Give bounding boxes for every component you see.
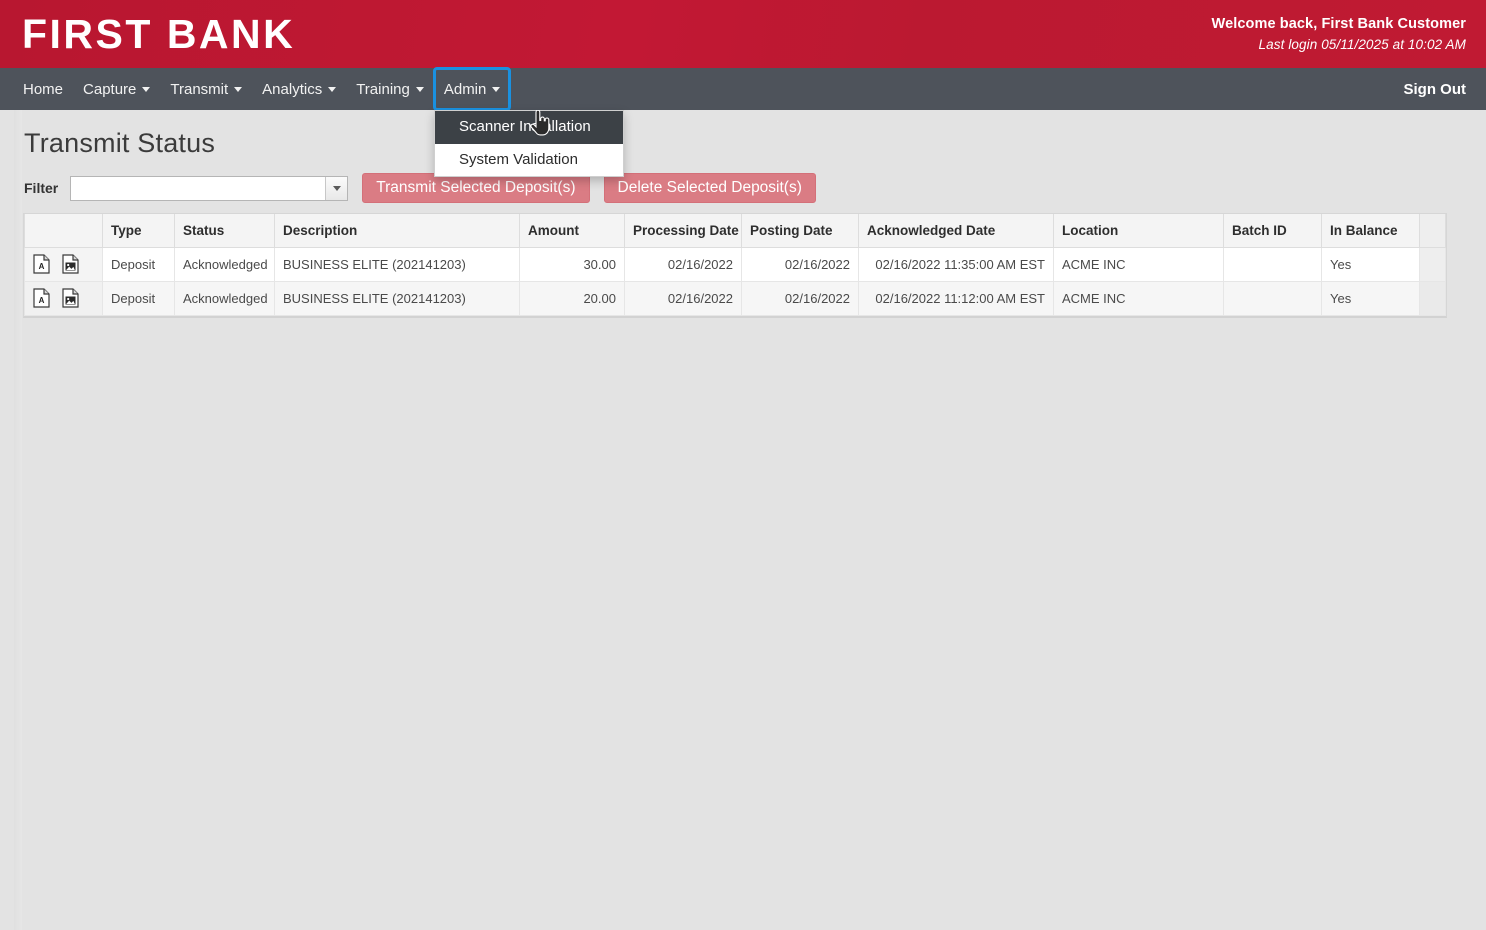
cell-amount: 30.00 bbox=[519, 247, 625, 283]
pdf-icon[interactable]: A bbox=[33, 254, 50, 274]
chevron-down-icon bbox=[234, 86, 243, 92]
sign-out-button[interactable]: Sign Out bbox=[1404, 81, 1467, 98]
transmit-status-table-container: Type Status Description Amount Processin… bbox=[23, 213, 1447, 319]
column-header-location[interactable]: Location bbox=[1053, 214, 1224, 249]
cell-spacer bbox=[1419, 247, 1446, 283]
page-content: Transmit Status Filter Transmit Selected… bbox=[0, 110, 1486, 319]
brand-header: FIRST BANK Welcome back, First Bank Cust… bbox=[0, 0, 1486, 68]
nav-item-analytics[interactable]: Analytics bbox=[252, 68, 346, 110]
delete-selected-deposits-button[interactable]: Delete Selected Deposit(s) bbox=[603, 173, 816, 204]
cell-acknowledged-date: 02/16/2022 11:35:00 AM EST bbox=[858, 247, 1054, 283]
main-navigation: Home Capture Transmit Analytics Training… bbox=[0, 67, 1486, 111]
welcome-block: Welcome back, First Bank Customer Last l… bbox=[1212, 14, 1468, 55]
image-icon[interactable] bbox=[62, 254, 79, 274]
table-row[interactable]: A Deposit Acknowledged BUSINESS ELITE (2… bbox=[24, 281, 1446, 317]
bank-logo: FIRST BANK bbox=[22, 10, 296, 57]
filter-label: Filter bbox=[24, 180, 59, 197]
nav-item-admin[interactable]: Admin bbox=[432, 67, 512, 111]
cell-in-balance: Yes bbox=[1321, 281, 1420, 317]
column-header-description[interactable]: Description bbox=[274, 214, 520, 249]
cell-processing-date: 02/16/2022 bbox=[624, 281, 742, 317]
nav-items: Home Capture Transmit Analytics Training… bbox=[0, 67, 512, 111]
cell-batch-id bbox=[1223, 247, 1322, 283]
column-header-in-balance[interactable]: In Balance bbox=[1321, 214, 1420, 249]
filter-dropdown-arrow-button[interactable] bbox=[325, 176, 348, 200]
cell-processing-date: 02/16/2022 bbox=[624, 247, 742, 283]
cell-description: BUSINESS ELITE (202141203) bbox=[274, 281, 520, 317]
nav-item-training[interactable]: Training bbox=[346, 68, 434, 110]
svg-text:A: A bbox=[39, 296, 45, 305]
nav-right: Sign Out bbox=[1404, 68, 1486, 110]
cell-type: Deposit bbox=[102, 247, 175, 283]
table-row[interactable]: A Deposit Acknowledged BUSINESS ELITE (2… bbox=[24, 247, 1446, 283]
row-document-icons: A bbox=[24, 247, 103, 283]
transmit-status-table: Type Status Description Amount Processin… bbox=[24, 214, 1446, 317]
cell-status: Acknowledged bbox=[174, 247, 275, 283]
column-header-amount[interactable]: Amount bbox=[519, 214, 625, 249]
column-header-spacer bbox=[1419, 214, 1446, 249]
nav-item-label: Training bbox=[356, 80, 410, 98]
last-login-text: Last login 05/11/2025 at 10:02 AM bbox=[1258, 36, 1466, 52]
nav-item-label: Admin bbox=[443, 80, 487, 98]
nav-item-home[interactable]: Home bbox=[13, 68, 73, 110]
cell-location: ACME INC bbox=[1053, 247, 1224, 283]
page-left-edge bbox=[14, 110, 22, 930]
cell-amount: 20.00 bbox=[519, 281, 625, 317]
column-header-type[interactable]: Type bbox=[102, 214, 175, 249]
cell-posting-date: 02/16/2022 bbox=[741, 281, 859, 317]
menu-item-scanner-installation[interactable]: Scanner Installation bbox=[435, 111, 623, 144]
column-header-processing-date[interactable]: Processing Date bbox=[624, 214, 742, 249]
nav-item-label: Transmit bbox=[170, 80, 229, 98]
cell-in-balance: Yes bbox=[1321, 247, 1420, 283]
column-header-icons[interactable] bbox=[24, 214, 103, 249]
nav-item-label: Analytics bbox=[262, 80, 323, 98]
image-icon[interactable] bbox=[62, 288, 79, 308]
welcome-message: Welcome back, First Bank Customer bbox=[1211, 15, 1466, 32]
cell-acknowledged-date: 02/16/2022 11:12:00 AM EST bbox=[858, 281, 1054, 317]
chevron-down-icon bbox=[142, 86, 151, 92]
page-title: Transmit Status bbox=[24, 128, 216, 158]
transmit-selected-deposits-button[interactable]: Transmit Selected Deposit(s) bbox=[362, 173, 590, 204]
chevron-down-icon bbox=[492, 86, 501, 92]
cell-spacer bbox=[1419, 281, 1446, 317]
column-header-batch-id[interactable]: Batch ID bbox=[1223, 214, 1322, 249]
nav-item-capture[interactable]: Capture bbox=[73, 68, 160, 110]
cell-location: ACME INC bbox=[1053, 281, 1224, 317]
menu-item-system-validation[interactable]: System Validation bbox=[435, 144, 623, 177]
toolbar: Filter Transmit Selected Deposit(s) Dele… bbox=[0, 169, 1486, 213]
nav-item-label: Capture bbox=[83, 80, 137, 98]
column-header-posting-date[interactable]: Posting Date bbox=[741, 214, 859, 249]
cell-description: BUSINESS ELITE (202141203) bbox=[274, 247, 520, 283]
table-header-row: Type Status Description Amount Processin… bbox=[24, 214, 1446, 249]
cell-posting-date: 02/16/2022 bbox=[741, 247, 859, 283]
filter-input[interactable] bbox=[71, 176, 326, 200]
cell-type: Deposit bbox=[102, 281, 175, 317]
cell-batch-id bbox=[1223, 281, 1322, 317]
chevron-down-icon bbox=[328, 86, 337, 92]
nav-item-label: Home bbox=[23, 80, 64, 98]
column-header-status[interactable]: Status bbox=[174, 214, 275, 249]
admin-dropdown-menu: Scanner Installation System Validation bbox=[434, 110, 624, 177]
column-header-acknowledged-date[interactable]: Acknowledged Date bbox=[858, 214, 1054, 249]
row-document-icons: A bbox=[24, 281, 103, 317]
chevron-down-icon bbox=[415, 86, 424, 92]
chevron-down-icon bbox=[332, 185, 341, 191]
filter-combobox[interactable] bbox=[70, 175, 349, 201]
nav-item-transmit[interactable]: Transmit bbox=[160, 68, 252, 110]
pdf-icon[interactable]: A bbox=[33, 288, 50, 308]
cell-status: Acknowledged bbox=[174, 281, 275, 317]
svg-text:A: A bbox=[39, 262, 45, 271]
